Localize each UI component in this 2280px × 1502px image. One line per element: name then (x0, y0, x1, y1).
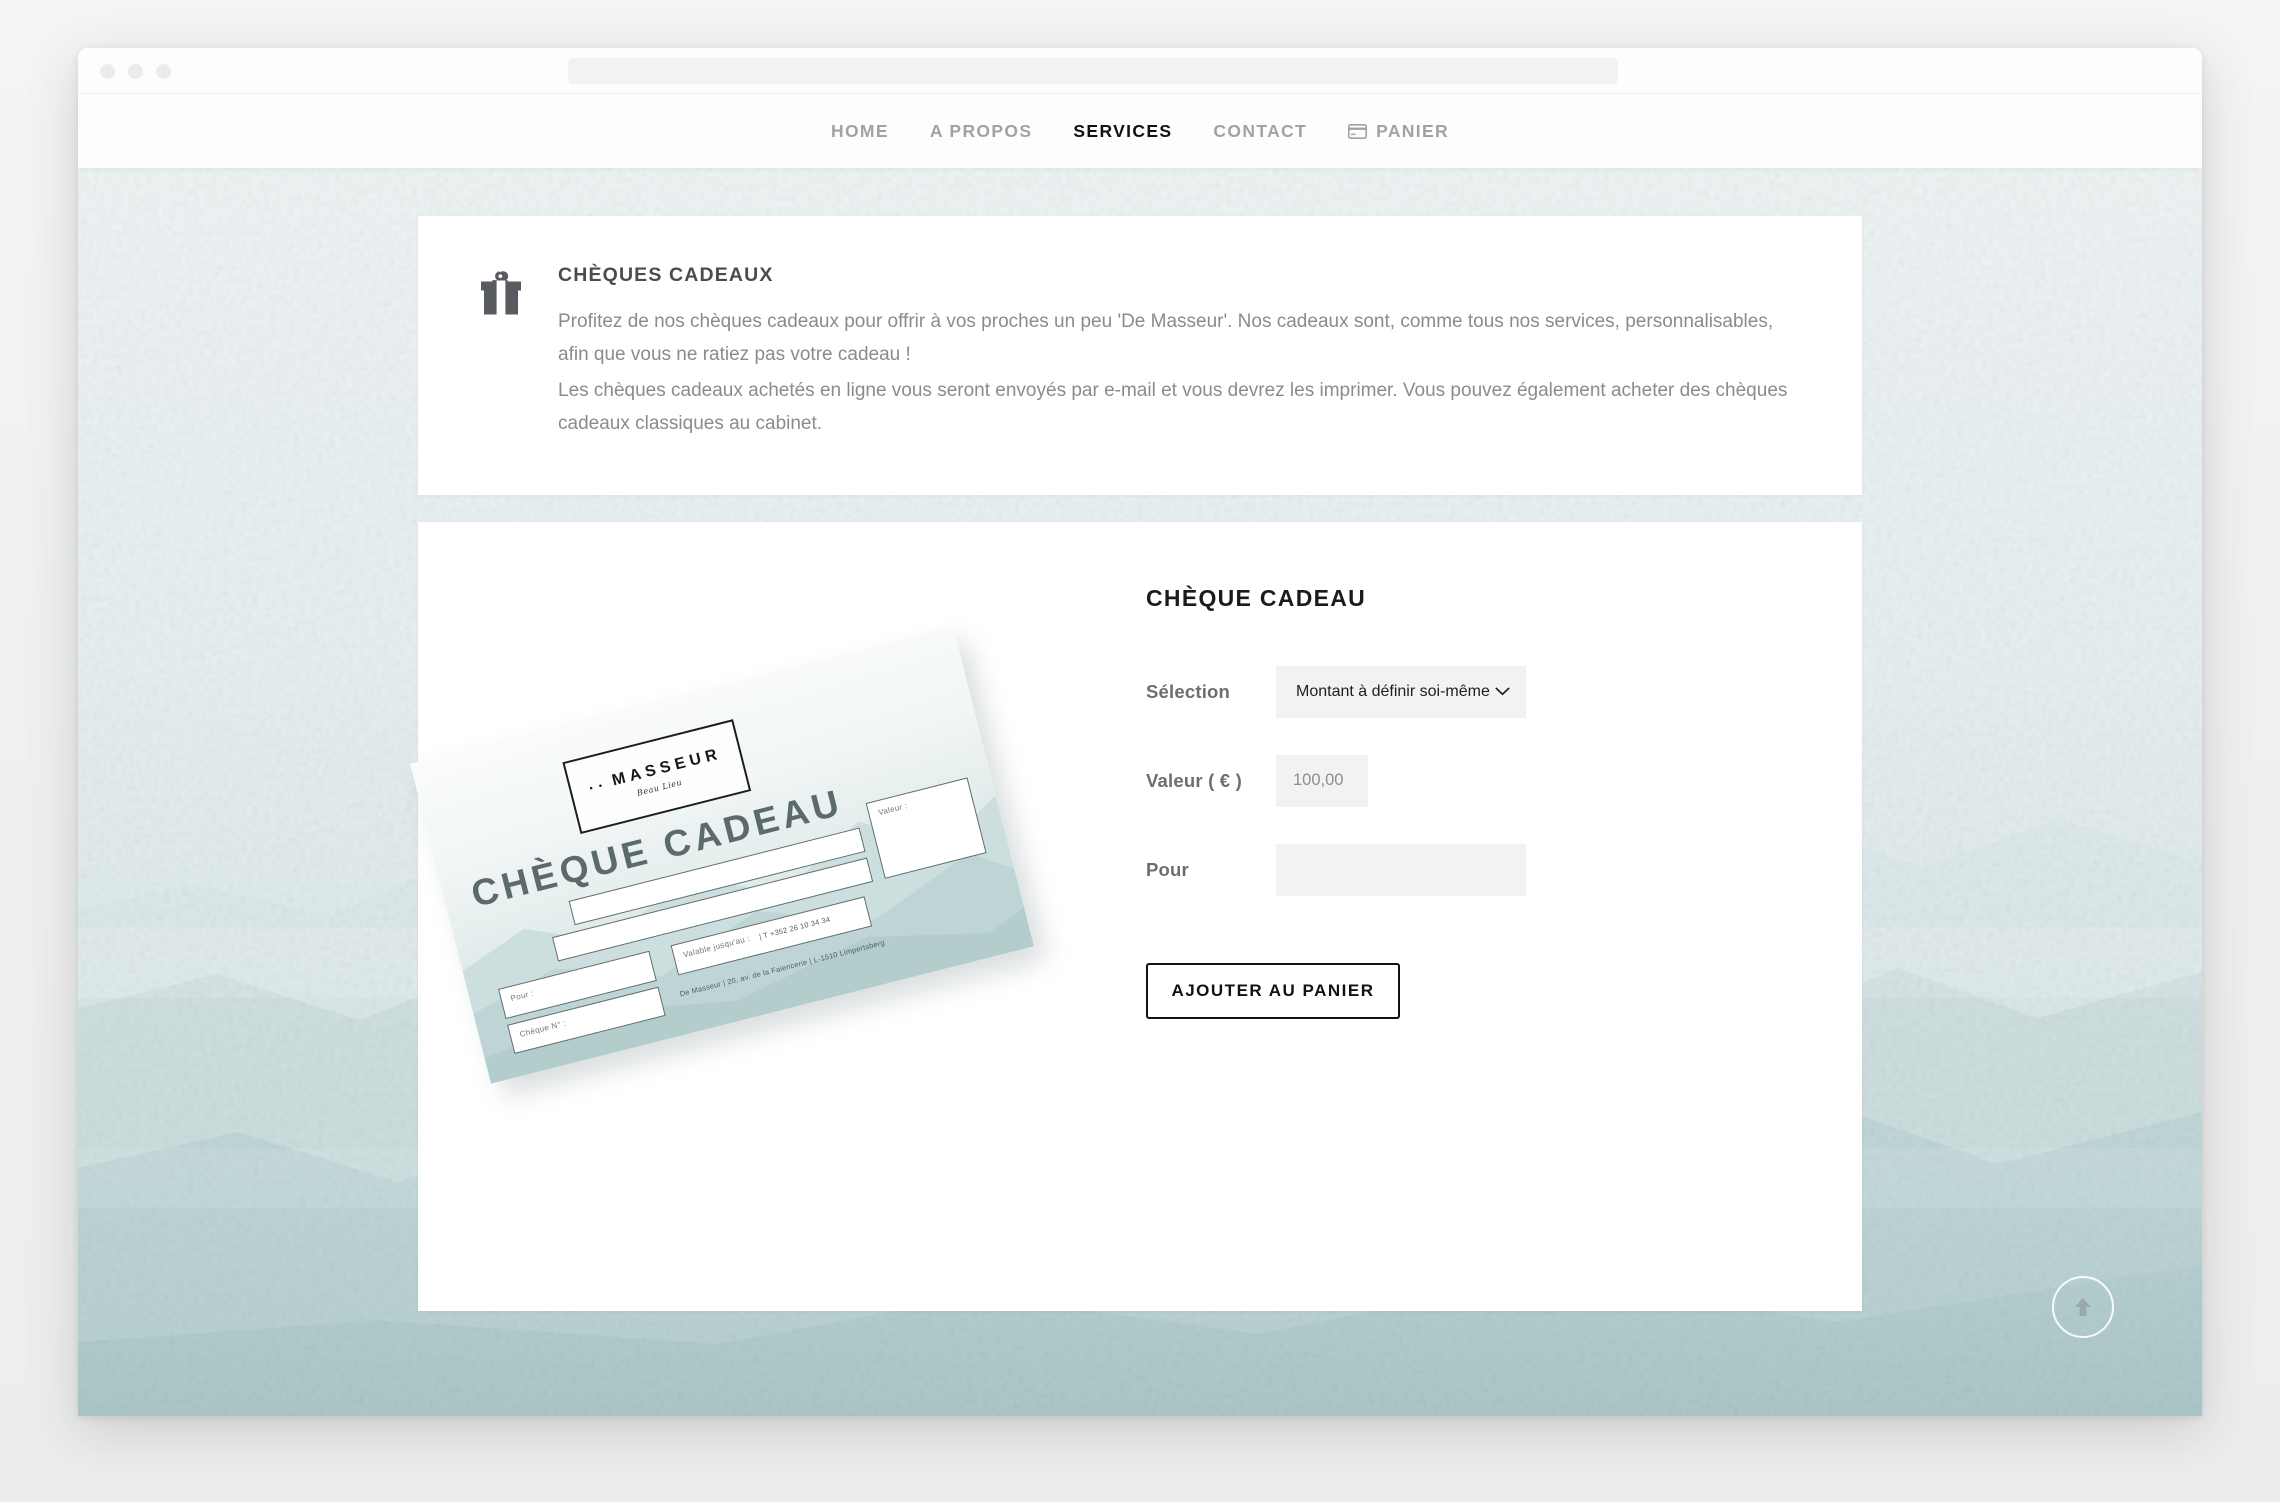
browser-titlebar (78, 48, 2202, 94)
intro-body: CHÈQUES CADEAUX Profitez de nos chèques … (558, 262, 1802, 441)
selection-label: Sélection (1146, 680, 1231, 702)
site-navigation: HOME A PROPOS SERVICES CONTACT PANIER (78, 94, 2202, 168)
voucher-logo-dots: • • (588, 779, 606, 793)
voucher-stage: • • MASSEUR Beau Lieu CHÈQUE CADEAU Vale… (410, 626, 1052, 1110)
nav-item-a-propos[interactable]: A PROPOS (930, 121, 1033, 142)
voucher-number-label: Chèque N° : (518, 1018, 568, 1039)
intro-paragraph-1: Profitez de nos chèques cadeaux pour off… (558, 311, 1774, 365)
voucher-column: • • MASSEUR Beau Lieu CHÈQUE CADEAU Vale… (410, 522, 1146, 1311)
product-title: CHÈQUE CADEAU (1146, 584, 1367, 611)
value-label: Valeur ( € ) (1146, 769, 1242, 791)
selection-select[interactable]: Montant à définir soi-même (1276, 665, 1526, 718)
chevron-down-icon (1495, 687, 1510, 696)
browser-window: HOME A PROPOS SERVICES CONTACT PANIER CH… (78, 48, 2202, 1416)
arrow-up-icon (2075, 1298, 2091, 1316)
product-panel: • • MASSEUR Beau Lieu CHÈQUE CADEAU Vale… (410, 521, 1862, 1311)
scroll-to-top-button[interactable] (2052, 1276, 2114, 1338)
recipient-input[interactable] (1276, 843, 1526, 896)
voucher-recipient-label: Pour : (509, 988, 535, 1003)
nav-item-panier-label: PANIER (1376, 120, 1450, 141)
nav-item-home[interactable]: HOME (831, 121, 889, 142)
voucher-value-label: Valeur : (877, 800, 909, 817)
page-content: CHÈQUES CADEAUX Profitez de nos chèques … (410, 168, 1862, 1311)
address-bar[interactable] (568, 58, 1618, 84)
value-field: 100,00 (1276, 754, 1368, 807)
add-to-cart-button[interactable]: Ajouter au panier (1146, 962, 1400, 1019)
nav-list: HOME A PROPOS SERVICES CONTACT PANIER (831, 121, 1449, 142)
page-viewport: CHÈQUES CADEAUX Profitez de nos chèques … (78, 168, 2202, 1416)
gift-icon (481, 271, 521, 316)
credit-card-icon (1348, 123, 1368, 139)
nav-item-services[interactable]: SERVICES (1073, 121, 1172, 142)
window-controls (100, 64, 171, 79)
close-light[interactable] (100, 64, 115, 79)
recipient-label: Pour (1146, 858, 1189, 880)
gift-icon-wrap (478, 262, 524, 323)
form-row-value: Valeur ( € ) 100,00 (1146, 754, 1862, 807)
form-row-recipient: Pour (1146, 843, 1862, 896)
purchase-form: CHÈQUE CADEAU Sélection Montant à défini… (1146, 522, 1862, 1311)
intro-title: CHÈQUES CADEAUX (558, 264, 774, 286)
selection-field: Montant à définir soi-même (1276, 665, 1526, 718)
minimize-light[interactable] (128, 64, 143, 79)
gift-voucher-image: • • MASSEUR Beau Lieu CHÈQUE CADEAU Vale… (410, 626, 1034, 1084)
intro-paragraph-2: Les chèques cadeaux achetés en ligne vou… (558, 380, 1788, 435)
intro-panel: CHÈQUES CADEAUX Profitez de nos chèques … (418, 216, 1862, 495)
value-input-text: 100,00 (1293, 771, 1344, 790)
maximize-light[interactable] (156, 64, 171, 79)
nav-item-contact[interactable]: CONTACT (1213, 121, 1307, 142)
recipient-field (1276, 843, 1526, 896)
form-row-selection: Sélection Montant à définir soi-même (1146, 665, 1862, 718)
desktop-backdrop: HOME A PROPOS SERVICES CONTACT PANIER CH… (0, 0, 2280, 1502)
value-input[interactable]: 100,00 (1276, 754, 1368, 807)
product-inner: • • MASSEUR Beau Lieu CHÈQUE CADEAU Vale… (410, 522, 1862, 1311)
nav-item-panier[interactable]: PANIER (1348, 121, 1449, 142)
intro-row: CHÈQUES CADEAUX Profitez de nos chèques … (478, 262, 1802, 441)
selection-selected-value: Montant à définir soi-même (1296, 682, 1490, 700)
